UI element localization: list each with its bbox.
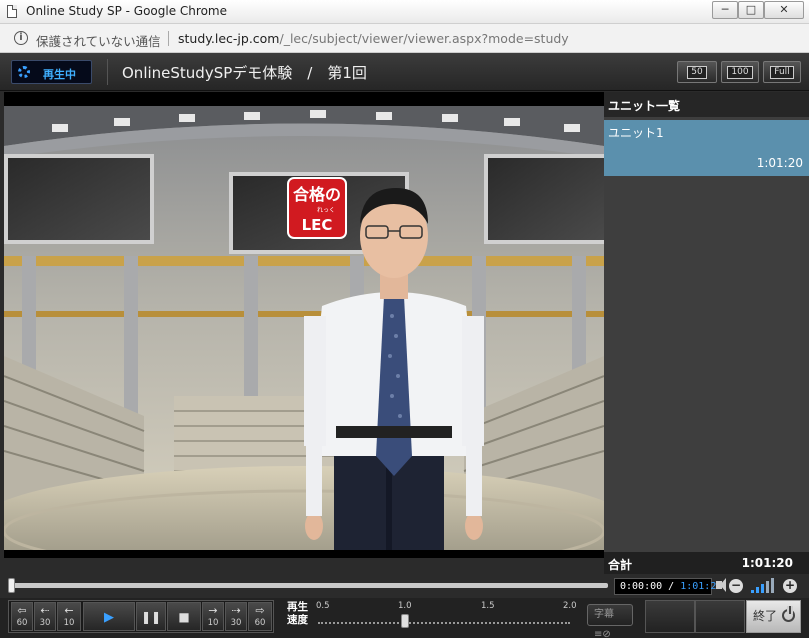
view-size-50-label: 50 — [687, 66, 707, 79]
info-icon[interactable]: i — [14, 31, 28, 45]
unit-list-panel: ユニット一覧 ユニット1 1:01:20 合計 1:01:20 — [604, 92, 809, 574]
rewind-30-label: 30 — [39, 618, 51, 628]
rewind-icon: ← — [64, 604, 74, 617]
speed-handle[interactable] — [400, 614, 409, 628]
play-button[interactable]: ▶ — [83, 602, 135, 631]
unit-name: ユニット1 — [608, 126, 664, 140]
logo-text-sub: れっく — [317, 207, 335, 214]
seek-area: 0:00:00 / 1:01:20 − + — [0, 574, 809, 598]
rewind-10-button[interactable]: ← 10 — [57, 602, 81, 631]
end-label: 終了 — [753, 609, 778, 623]
forward-icon: ⇢ — [231, 604, 241, 617]
caption-button[interactable]: 字幕 ≡⊘ — [587, 604, 633, 638]
maximize-button[interactable]: □ — [738, 1, 764, 19]
caption-label: 字幕 — [594, 609, 614, 620]
unit-list-item[interactable]: ユニット1 1:01:20 — [604, 120, 809, 176]
video-player[interactable]: 合格の れっく LEC — [4, 92, 604, 558]
time-divider: / — [662, 581, 681, 592]
logo-text-top: 合格の — [293, 185, 341, 204]
forward-60-label: 60 — [254, 618, 266, 628]
unit-list-header: ユニット一覧 — [604, 92, 809, 117]
speed-label: 再生 速度 — [287, 601, 308, 627]
rewind-icon: ⇠ — [40, 604, 50, 617]
video-frame-image[interactable]: 合格の れっく LEC — [4, 106, 604, 550]
seek-bar[interactable] — [10, 583, 608, 588]
volume-up-button[interactable]: + — [783, 579, 797, 593]
url-path: /_lec/subject/viewer/viewer.aspx?mode=st… — [279, 31, 569, 46]
address-divider — [168, 31, 169, 46]
forward-10-button[interactable]: → 10 — [202, 602, 224, 631]
rewind-10-label: 10 — [63, 618, 75, 628]
time-display: 0:00:00 / 1:01:20 — [614, 578, 722, 595]
total-value: 1:01:20 — [741, 556, 793, 570]
close-button[interactable]: ✕ — [764, 1, 804, 19]
forward-30-label: 30 — [230, 618, 242, 628]
forward-10-label: 10 — [207, 618, 219, 628]
rewind-60-button[interactable]: ⇦ 60 — [11, 602, 33, 631]
address-bar[interactable]: i 保護されていない通信 study.lec-jp.com/_lec/subje… — [0, 24, 809, 53]
security-status[interactable]: 保護されていない通信 — [36, 31, 161, 50]
speed-track[interactable] — [318, 622, 570, 624]
view-size-50-button[interactable]: 50 — [677, 61, 717, 83]
header-divider — [107, 59, 108, 85]
total-label: 合計 — [608, 558, 633, 572]
rewind-30-button[interactable]: ⇠ 30 — [34, 602, 56, 631]
view-size-100-label: 100 — [727, 66, 753, 79]
pause-button[interactable]: ❚❚ — [136, 602, 166, 631]
forward-icon: → — [208, 604, 218, 617]
volume-down-button[interactable]: − — [729, 579, 743, 593]
url-host: study.lec-jp.com — [178, 31, 280, 46]
blank-button-2[interactable] — [695, 600, 745, 633]
end-button[interactable]: 終了 — [746, 600, 801, 633]
current-time: 0:00:00 — [620, 581, 663, 592]
pause-icon: ❚❚ — [140, 610, 162, 624]
course-title: OnlineStudySPデモ体験 / 第1回 — [122, 64, 367, 82]
stop-icon: ■ — [178, 610, 190, 624]
view-full-button[interactable]: Full — [763, 61, 801, 83]
forward-icon: ⇨ — [255, 604, 265, 617]
player-header: 再生中 OnlineStudySPデモ体験 / 第1回 50 100 Full — [0, 53, 809, 91]
speed-tick-label: 1.5 — [481, 601, 495, 611]
speed-tick-label: 0.5 — [316, 601, 330, 611]
loading-spinner-icon — [18, 66, 30, 78]
view-size-100-button[interactable]: 100 — [721, 61, 759, 83]
status-label: 再生中 — [43, 68, 76, 81]
play-icon: ▶ — [104, 610, 114, 625]
forward-60-button[interactable]: ⇨ 60 — [248, 602, 272, 631]
rewind-60-label: 60 — [16, 618, 28, 628]
speed-slider[interactable]: 0.5 1.0 1.5 2.0 — [314, 601, 577, 633]
logo-text-bottom: LEC — [302, 216, 333, 234]
minimize-button[interactable]: ─ — [712, 1, 738, 19]
transport-buttons: ⇦ 60 ⇠ 30 ← 10 ▶ ❚❚ ■ → 10 ⇢ 30 ⇨ 60 — [8, 600, 274, 633]
speed-tick-label: 1.0 — [398, 601, 412, 611]
unit-duration: 1:01:20 — [756, 156, 803, 170]
speed-tick-label: 2.0 — [563, 601, 577, 611]
total-duration-bar: 合計 1:01:20 — [604, 552, 809, 574]
stop-button[interactable]: ■ — [167, 602, 201, 631]
document-icon — [7, 5, 17, 18]
power-icon — [782, 606, 795, 622]
speed-label-line1: 再生 — [287, 601, 308, 613]
forward-30-button[interactable]: ⇢ 30 — [225, 602, 247, 631]
caption-settings-icon: ≡⊘ — [594, 629, 611, 638]
status-badge: 再生中 — [11, 60, 92, 84]
window-titlebar: Online Study SP - Google Chrome ─ □ ✕ — [0, 0, 809, 24]
view-full-label: Full — [770, 66, 794, 79]
playback-controls: ⇦ 60 ⇠ 30 ← 10 ▶ ❚❚ ■ → 10 ⇢ 30 ⇨ 60 再生 … — [0, 598, 809, 638]
window-title: Online Study SP - Google Chrome — [26, 4, 227, 18]
speed-label-line2: 速度 — [287, 614, 308, 626]
rewind-icon: ⇦ — [17, 604, 27, 617]
seek-handle[interactable] — [8, 578, 15, 593]
url-text[interactable]: study.lec-jp.com/_lec/subject/viewer/vie… — [178, 31, 569, 46]
blank-button-1[interactable] — [645, 600, 695, 633]
lecture-video-scene: 合格の れっく LEC — [4, 106, 604, 550]
speaker-icon[interactable] — [716, 578, 726, 592]
volume-level-icon[interactable] — [751, 577, 779, 593]
